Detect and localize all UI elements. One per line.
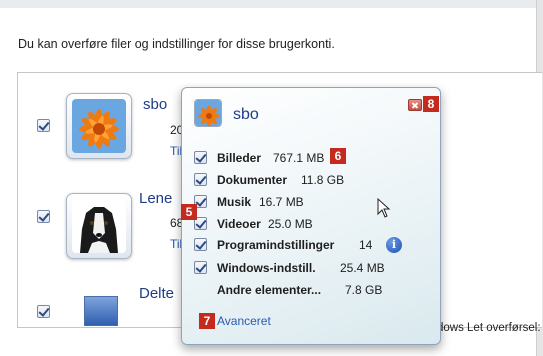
- item-size: 11.8 GB: [301, 173, 345, 187]
- item-label: Billeder: [217, 151, 262, 165]
- callout-badge-6: 6: [330, 148, 346, 164]
- popup-user-name: sbo: [233, 106, 259, 123]
- item-label: Programindstillinger: [217, 238, 335, 252]
- info-icon[interactable]: i: [386, 237, 402, 253]
- item-label: Dokumenter: [217, 173, 288, 187]
- account-checkbox-lene[interactable]: [37, 210, 50, 223]
- callout-badge-7: 7: [199, 313, 215, 329]
- flower-image: [72, 99, 126, 153]
- advanced-link[interactable]: Avanceret: [217, 314, 271, 328]
- avatar-sbo: [66, 93, 132, 159]
- popup-avatar: [194, 99, 222, 127]
- checkbox[interactable]: [194, 238, 207, 251]
- callout-badge-8: 8: [423, 96, 439, 112]
- account-details-popup: sbo Billeder 767.1 MB Dokumenter 11.8 GB…: [181, 87, 441, 345]
- close-button[interactable]: [408, 99, 422, 111]
- checkbox[interactable]: [194, 261, 207, 274]
- shared-icon: [84, 296, 118, 326]
- item-size: 14: [359, 238, 373, 252]
- item-size: 767.1 MB: [273, 151, 325, 165]
- account-checkbox-delte[interactable]: [37, 305, 50, 318]
- item-label: Andre elementer...: [217, 283, 322, 297]
- footer-text: dows Let overførsel:: [437, 322, 541, 334]
- callout-badge-5: 5: [181, 204, 197, 220]
- item-size: 25.4 MB: [340, 261, 385, 275]
- avatar-lene: [66, 193, 132, 259]
- dog-image: [72, 199, 126, 253]
- window-top-edge: [0, 0, 543, 8]
- checkbox[interactable]: [194, 151, 207, 164]
- account-name: Lene: [139, 190, 173, 207]
- item-size: 25.0 MB: [268, 217, 313, 231]
- item-label: Videoer: [217, 217, 261, 231]
- intro-text: Du kan overføre filer og indstillinger f…: [18, 37, 335, 51]
- account-name: Delte: [139, 285, 175, 302]
- checkbox[interactable]: [194, 173, 207, 186]
- mouse-cursor-icon: [377, 198, 391, 218]
- account-checkbox-sbo[interactable]: [37, 119, 50, 132]
- account-name: sbo: [143, 96, 168, 113]
- item-label: Windows-indstill.: [217, 261, 316, 275]
- item-size: 7.8 GB: [345, 283, 383, 297]
- item-label: Musik: [217, 195, 252, 209]
- item-size: 16.7 MB: [259, 195, 304, 209]
